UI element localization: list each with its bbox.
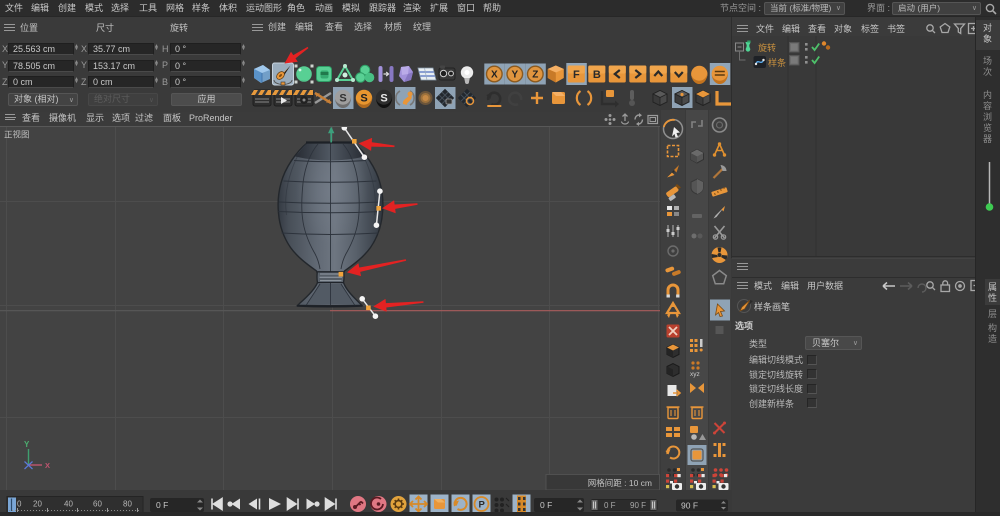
svg-text:90 F: 90 F [681, 501, 698, 511]
svg-text:xyz: xyz [690, 371, 700, 378]
svg-text:F: F [573, 69, 580, 81]
svg-text:0 F: 0 F [156, 500, 168, 510]
svg-text:旋转: 旋转 [758, 42, 776, 53]
svg-text:S: S [339, 93, 346, 105]
svg-text:网格间距 : 10 cm: 网格间距 : 10 cm [588, 478, 652, 488]
svg-text:0 F: 0 F [604, 501, 616, 510]
svg-text:20: 20 [33, 500, 42, 509]
svg-text:样条: 样条 [768, 57, 786, 68]
svg-text:90 F: 90 F [630, 501, 646, 510]
svg-text:S: S [380, 93, 387, 105]
svg-text:40: 40 [64, 500, 73, 509]
svg-text:0: 0 [17, 500, 22, 509]
svg-text:Y: Y [511, 70, 518, 81]
svg-text:X: X [45, 461, 50, 470]
svg-text:80: 80 [123, 500, 132, 509]
svg-text:Z: Z [532, 70, 538, 81]
svg-text:Y: Y [24, 440, 30, 449]
svg-text:X: X [491, 70, 498, 81]
svg-text:60: 60 [93, 500, 102, 509]
svg-text:0 F: 0 F [540, 500, 552, 510]
svg-text:P: P [479, 500, 486, 511]
svg-text:正视图: 正视图 [4, 130, 30, 140]
svg-text:B: B [593, 69, 601, 81]
